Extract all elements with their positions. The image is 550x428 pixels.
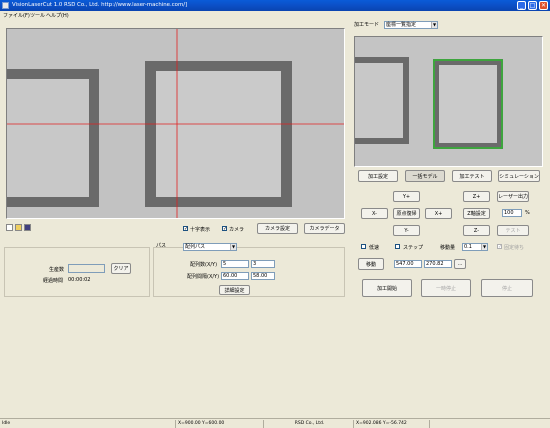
one-model-button[interactable]: 一括モデル: [405, 170, 445, 182]
camera-view[interactable]: [6, 28, 345, 219]
origin-button[interactable]: 原点復帰: [393, 208, 420, 219]
close-button[interactable]: ✕: [539, 1, 548, 10]
move-x-input[interactable]: 547.00: [394, 260, 422, 268]
move-amount-label: 移動量: [440, 245, 456, 251]
array-spacing-x-input[interactable]: 60.00: [221, 272, 249, 280]
window-title: VisionLaserCut 1.0 RSD Co., Ltd. http://…: [12, 2, 188, 8]
chevron-down-icon: ▼: [431, 22, 437, 28]
step-label: ステップ: [403, 245, 424, 251]
simulation-button[interactable]: シミュレーション: [498, 170, 540, 182]
power-unit-label: %: [525, 210, 530, 216]
save-icon[interactable]: [24, 224, 31, 231]
low-speed-label: 低速: [369, 245, 380, 251]
process-test-button[interactable]: 加工テスト: [452, 170, 492, 182]
crosshair-checkbox[interactable]: ✓: [183, 226, 188, 232]
chevron-down-icon: ▼: [230, 244, 236, 250]
z-minus-button[interactable]: Z-: [463, 225, 490, 236]
open-folder-icon[interactable]: [15, 224, 22, 231]
status-extra: [430, 420, 550, 428]
low-speed-checkbox[interactable]: [361, 244, 366, 249]
path-select-value: 配列パス: [185, 244, 206, 250]
browse-button[interactable]: ...: [454, 259, 466, 269]
preview-image: [355, 37, 542, 166]
array-count-x-input[interactable]: 5: [221, 260, 249, 268]
camera-image: [7, 29, 344, 218]
move-amount-value: 0.1: [464, 244, 472, 250]
fixed-wait-label: 固定待ち: [504, 245, 525, 251]
production-count-input[interactable]: [68, 264, 105, 273]
z-axis-settings-button[interactable]: Z軸設定: [463, 208, 490, 219]
mode-select-value: 座標一覧指定: [386, 22, 417, 28]
menu-bar: ファイル(F) ツール ヘルプ(H): [0, 11, 550, 20]
fixed-wait-checkbox[interactable]: ✓: [497, 244, 502, 250]
move-button[interactable]: 移動: [358, 258, 384, 270]
detail-settings-button[interactable]: 詳細設定: [219, 285, 250, 295]
status-state: Idle: [0, 420, 176, 428]
camera-label: カメラ: [229, 227, 245, 233]
mode-select[interactable]: 座標一覧指定 ▼: [384, 21, 438, 29]
array-count-y-input[interactable]: 3: [251, 260, 275, 268]
y-plus-button[interactable]: Y+: [393, 191, 420, 202]
chevron-down-icon: ▼: [481, 244, 487, 250]
status-bar: Idle X=900.00 Y=600.00 RSD Co., Ltd. X=9…: [0, 418, 550, 428]
crosshair-label: 十字表示: [190, 227, 211, 233]
mode-label: 加工モード: [354, 22, 380, 28]
y-minus-button[interactable]: Y-: [393, 225, 420, 236]
array-spacing-y-input[interactable]: 58.00: [251, 272, 275, 280]
stop-button[interactable]: 停止: [481, 279, 533, 297]
step-checkbox[interactable]: [395, 244, 400, 249]
move-amount-select[interactable]: 0.1 ▼: [462, 243, 488, 251]
process-start-button[interactable]: 加工開始: [362, 279, 412, 297]
camera-settings-button[interactable]: カメラ設定: [257, 223, 298, 234]
menu-file[interactable]: ファイル(F): [3, 12, 30, 19]
status-mouse: X=902.086 Y=-56.742: [354, 420, 430, 428]
minimize-button[interactable]: _: [517, 1, 526, 10]
elapsed-label: 経過時間: [43, 278, 64, 284]
camera-checkbox[interactable]: ✓: [222, 226, 227, 232]
elapsed-value: 00:00:02: [68, 277, 91, 283]
array-spacing-label: 配列間隔(X/Y): [187, 274, 220, 280]
new-file-icon[interactable]: [6, 224, 13, 231]
status-coords: X=900.00 Y=600.00: [176, 420, 264, 428]
preview-view: [354, 36, 543, 167]
maximize-button[interactable]: □: [528, 1, 537, 10]
process-settings-button[interactable]: 加工設定: [358, 170, 398, 182]
clear-button[interactable]: クリア: [111, 263, 131, 274]
menu-tools[interactable]: ツール: [30, 12, 45, 19]
pause-button[interactable]: 一時停止: [421, 279, 471, 297]
move-y-input[interactable]: 270.82: [424, 260, 452, 268]
menu-help[interactable]: ヘルプ(H): [46, 12, 69, 19]
app-icon: [2, 2, 9, 9]
status-company: RSD Co., Ltd.: [264, 420, 354, 428]
production-count-label: 生産数: [49, 267, 65, 273]
x-minus-button[interactable]: X-: [361, 208, 388, 219]
title-bar: VisionLaserCut 1.0 RSD Co., Ltd. http://…: [0, 0, 550, 11]
laser-test-button[interactable]: テスト: [497, 225, 529, 236]
array-count-label: 配列数(X/Y): [190, 262, 218, 268]
z-plus-button[interactable]: Z+: [463, 191, 490, 202]
camera-data-button[interactable]: カメラデータ: [304, 223, 345, 234]
power-input[interactable]: 100: [502, 209, 522, 217]
path-select[interactable]: 配列パス ▼: [183, 243, 237, 251]
laser-output-button[interactable]: レーザー出力: [497, 191, 529, 202]
x-plus-button[interactable]: X+: [425, 208, 452, 219]
